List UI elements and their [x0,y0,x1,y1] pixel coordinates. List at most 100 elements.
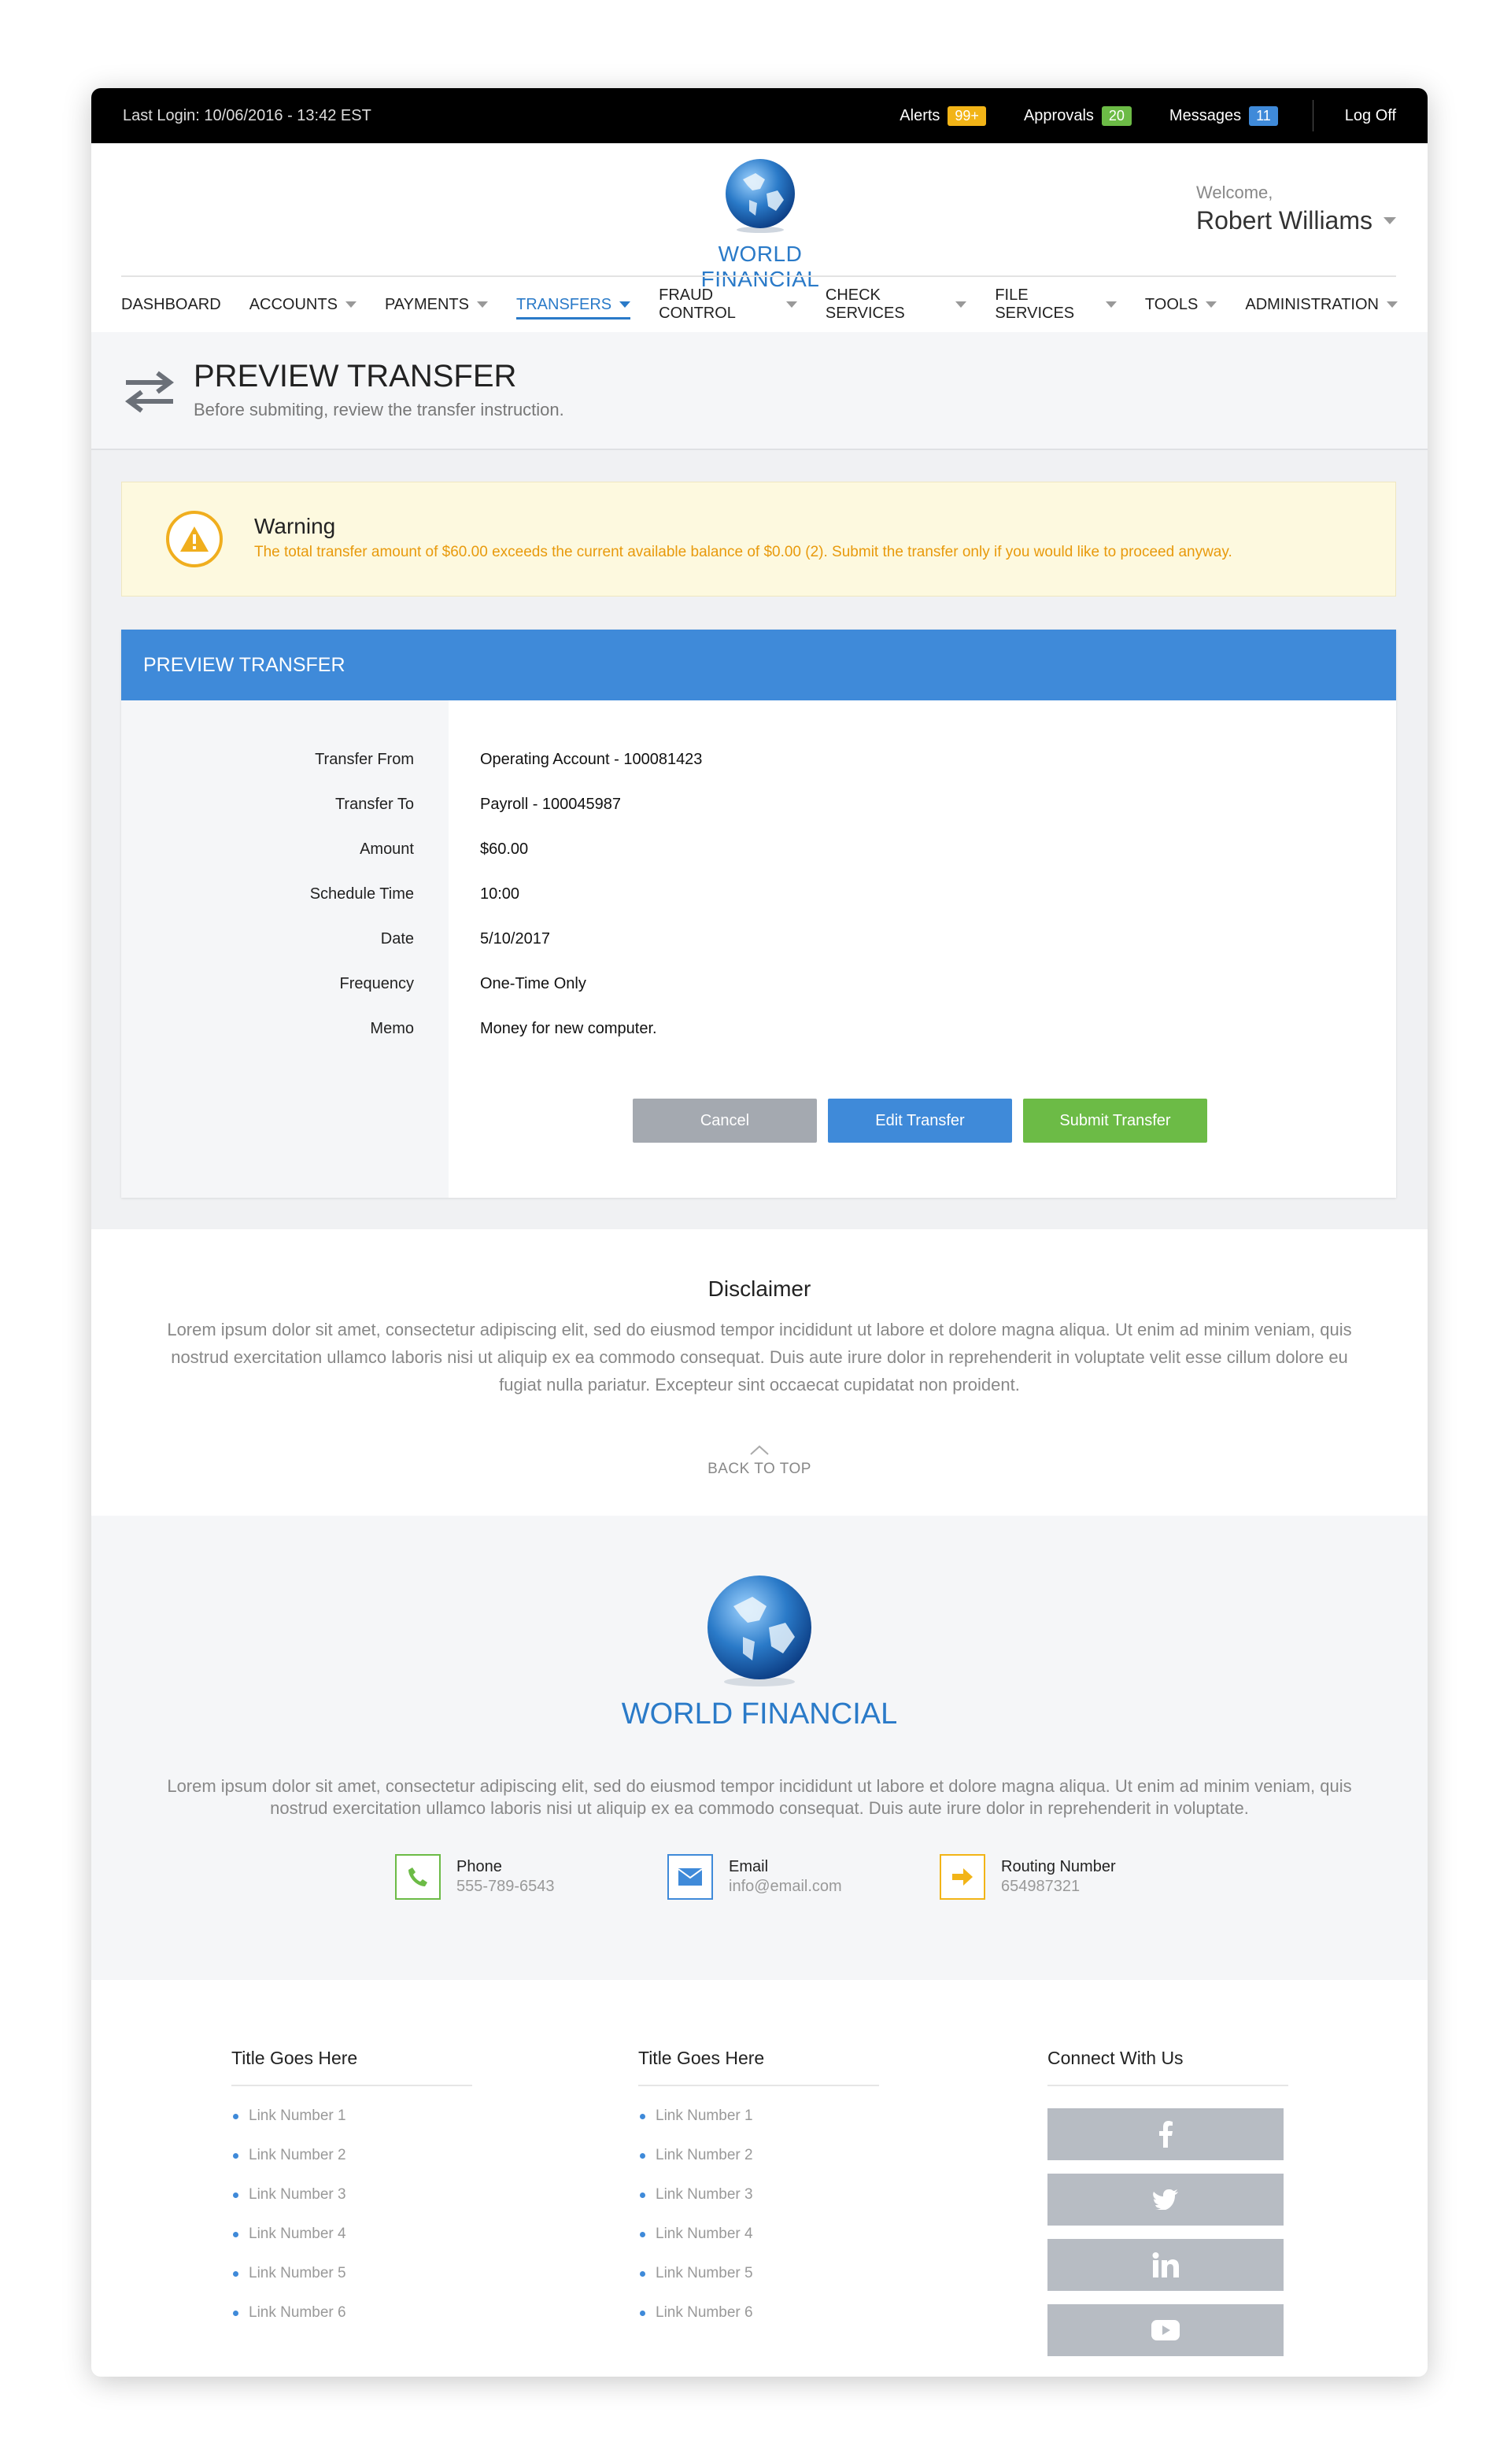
welcome-text: Welcome, [1195,183,1273,202]
disclaimer-title: Disclaimer [707,1276,811,1301]
transfer-arrows-icon [125,371,174,413]
footer-link[interactable]: Link Number 5 [638,2259,879,2299]
warning-text: The total transfer amount of $60.00 exce… [254,544,1232,560]
nav-dashboard[interactable]: DASHBOARD [121,277,221,332]
social-buttons [1047,2108,1288,2356]
contact-title: Routing Number [1001,1858,1116,1875]
nav-tools[interactable]: TOOLS [1145,277,1217,332]
app-window: Last Login: 10/06/2016 - 13:42 EST Alert… [91,88,1428,2377]
label-transfer-to: Transfer To [334,796,414,813]
nav-payments[interactable]: PAYMENTS [385,277,488,332]
chevron-down-icon [1105,301,1117,308]
nav-administration[interactable]: ADMINISTRATION [1245,277,1398,332]
contact-phone[interactable]: Phone 555-789-6543 [395,1854,667,1900]
label-date: Date [380,930,414,948]
footer-link[interactable]: Link Number 3 [638,2181,879,2220]
warning-title: Warning [254,514,336,538]
footer-links: Title Goes Here Link Number 1 Link Numbe… [91,1980,1428,2356]
field-values: Operating Account - 100081423 Payroll - … [449,700,1396,1198]
nav-label: ADMINISTRATION [1245,295,1379,313]
value-transfer-to: Payroll - 100045987 [480,796,622,813]
nav-accounts[interactable]: ACCOUNTS [249,277,357,332]
user-name: Robert Williams [1195,206,1372,235]
nav-label: TOOLS [1144,295,1199,313]
chevron-down-icon [477,301,488,308]
nav-file-services[interactable]: FILE SERVICES [995,277,1117,332]
globe-icon [726,159,795,233]
page-title: PREVIEW TRANSFER [194,359,517,393]
arrow-right-icon [940,1854,985,1900]
alerts-link[interactable]: Alerts 99+ [900,105,986,126]
footer-link[interactable]: Link Number 4 [638,2220,879,2259]
contact-title: Email [729,1858,769,1875]
phone-icon [395,1854,441,1900]
nav-label: FRAUD CONTROL [659,286,736,322]
nav-fraud-control[interactable]: FRAUD CONTROL [659,277,797,332]
chevron-down-icon [1387,301,1398,308]
footer-logo[interactable]: WORLD FINANCIAL [602,1571,917,1731]
field-labels: Transfer From Transfer To Amount Schedul… [121,700,449,1198]
back-to-top-link[interactable]: BACK TO TOP [91,1445,1428,1478]
disclaimer-text: Lorem ipsum dolor sit amet, consectetur … [167,1320,1352,1395]
nav-label: TRANSFERS [516,295,612,313]
label-amount: Amount [360,840,414,858]
footer-info: WORLD FINANCIAL Lorem ipsum dolor sit am… [91,1516,1428,1980]
alerts-badge: 99+ [948,105,986,126]
value-transfer-from: Operating Account - 100081423 [480,751,703,768]
approvals-badge: 20 [1101,105,1132,126]
footer-column-1: Title Goes Here Link Number 1 Link Numbe… [231,2048,472,2338]
footer-link[interactable]: Link Number 5 [231,2259,472,2299]
contact-value: 555-789-6543 [456,1878,555,1895]
footer-link[interactable]: Link Number 1 [231,2102,472,2141]
top-bar: Last Login: 10/06/2016 - 13:42 EST Alert… [91,88,1428,143]
chevron-down-icon [619,301,631,308]
nav-label: PAYMENTS [384,295,469,313]
envelope-icon [667,1854,713,1900]
logoff-button[interactable]: Log Off [1345,107,1396,125]
facebook-button[interactable] [1047,2108,1284,2160]
footer-link[interactable]: Link Number 3 [231,2181,472,2220]
footer-link[interactable]: Link Number 1 [638,2102,879,2141]
value-frequency: One-Time Only [480,975,586,992]
contact-value: 654987321 [1001,1878,1081,1895]
disclaimer-section: Disclaimer Lorem ipsum dolor sit amet, c… [91,1229,1428,1516]
value-date: 5/10/2017 [480,930,550,948]
submit-transfer-button[interactable]: Submit Transfer [1023,1099,1207,1143]
messages-link[interactable]: Messages 11 [1169,105,1278,126]
logo[interactable]: WORLD FINANCIAL [658,156,863,292]
approvals-link[interactable]: Approvals 20 [1024,105,1132,126]
label-schedule-time: Schedule Time [309,885,414,903]
youtube-button[interactable] [1047,2304,1284,2356]
linkedin-button[interactable] [1047,2239,1284,2291]
footer-link[interactable]: Link Number 6 [231,2299,472,2338]
edit-transfer-button[interactable]: Edit Transfer [828,1099,1012,1143]
contact-email[interactable]: Email info@email.com [667,1854,940,1900]
page-subtitle: Before submiting, review the transfer in… [194,400,564,419]
footer-link[interactable]: Link Number 2 [638,2141,879,2181]
user-menu[interactable]: Welcome, Robert Williams [1196,183,1396,235]
chevron-down-icon [785,301,797,308]
footer-link[interactable]: Link Number 2 [231,2141,472,2181]
footer-link[interactable]: Link Number 4 [231,2220,472,2259]
twitter-button[interactable] [1047,2174,1284,2226]
back-to-top-label: BACK TO TOP [707,1461,811,1477]
footer-connect-column: Connect With Us [1047,2048,1288,2356]
panel-header: PREVIEW TRANSFER [121,630,1396,700]
label-memo: Memo [370,1020,414,1037]
footer-link[interactable]: Link Number 6 [638,2299,879,2338]
contact-list: Phone 555-789-6543 Email info@email.com [395,1854,1212,1900]
footer-column-title: Title Goes Here [638,2048,879,2086]
nav-label: ACCOUNTS [249,295,338,313]
cancel-button[interactable]: Cancel [633,1099,817,1143]
nav-check-services[interactable]: CHECK SERVICES [826,277,967,332]
page-header: PREVIEW TRANSFER Before submiting, revie… [91,332,1428,450]
value-amount: $60.00 [480,840,529,858]
warning-triangle-icon [180,526,209,552]
label-transfer-from: Transfer From [315,751,414,768]
last-login-text: Last Login: 10/06/2016 - 13:42 EST [123,106,371,124]
nav-transfers[interactable]: TRANSFERS [516,277,631,332]
contact-routing-number[interactable]: Routing Number 654987321 [940,1854,1212,1900]
label-frequency: Frequency [339,975,415,992]
chevron-down-icon [345,301,357,308]
value-schedule-time: 10:00 [480,885,520,903]
